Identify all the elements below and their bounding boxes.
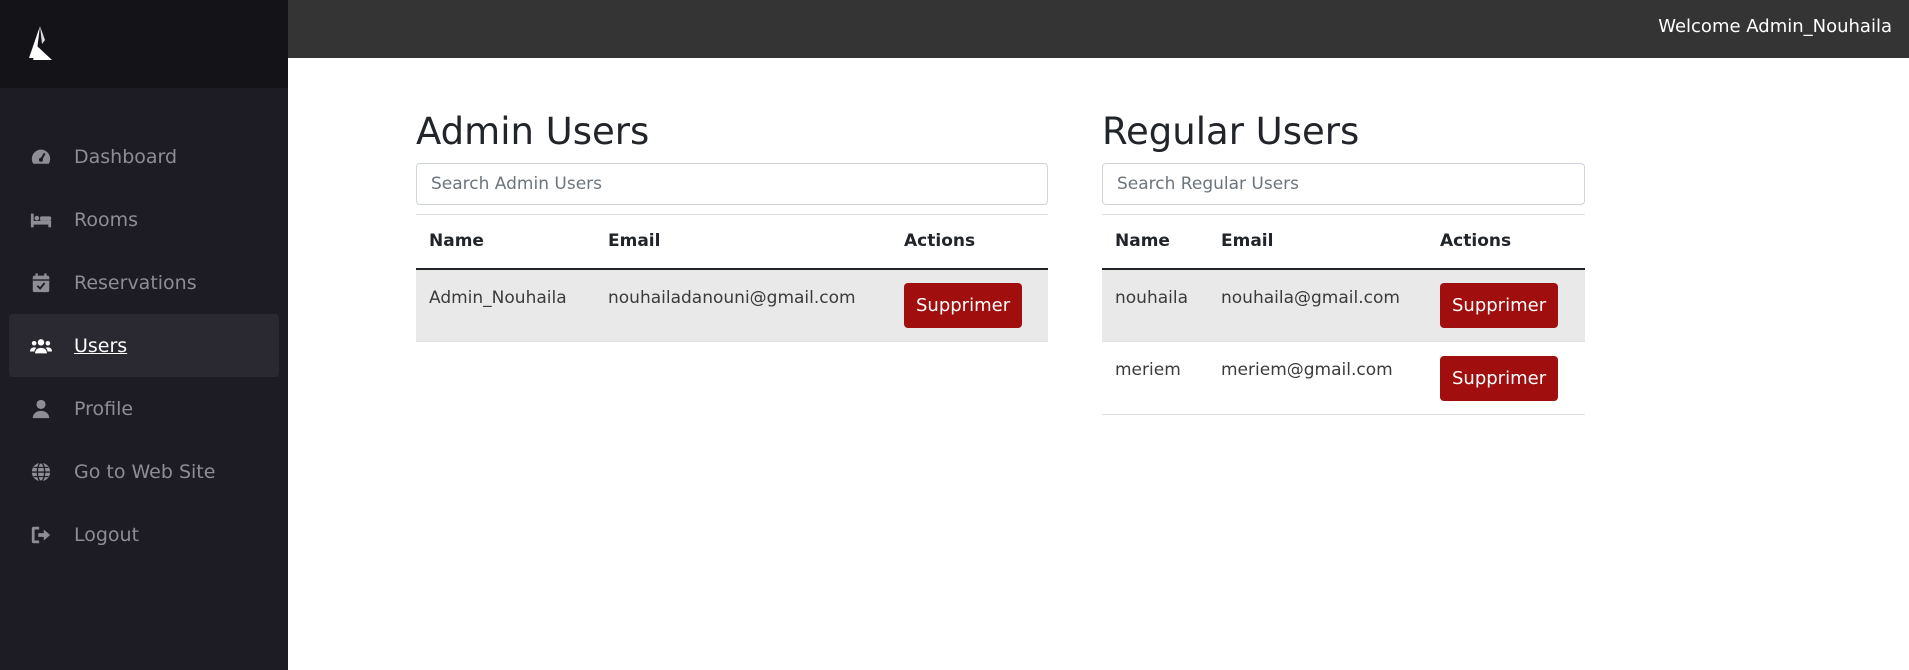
- table-row: meriem meriem@gmail.com Supprimer: [1102, 341, 1585, 415]
- user-email: meriem@gmail.com: [1208, 341, 1427, 415]
- regular-users-title: Regular Users: [1102, 110, 1360, 153]
- actions-cell: Supprimer: [1427, 268, 1585, 342]
- globe-icon: [30, 461, 52, 483]
- sidebar-item-label: Dashboard: [74, 145, 178, 168]
- admin-search-input[interactable]: [416, 163, 1048, 205]
- bed-icon: [30, 209, 52, 231]
- sidebar-item-rooms[interactable]: Rooms: [9, 188, 279, 251]
- sidebar-item-logout[interactable]: Logout: [9, 503, 279, 566]
- column-header-name: Name: [1115, 231, 1170, 252]
- column-header-email: Email: [608, 231, 661, 252]
- sidebar-item-users[interactable]: Users: [9, 314, 279, 377]
- delete-button[interactable]: Supprimer: [904, 282, 1023, 328]
- column-header-actions: Actions: [904, 231, 976, 252]
- table-header-row: Name Email Actions: [416, 214, 1048, 269]
- sidebar-item-label: Go to Web Site: [74, 460, 216, 483]
- sidebar-item-profile[interactable]: Profile: [9, 377, 279, 440]
- delete-button[interactable]: Supprimer: [1440, 282, 1559, 328]
- column-header-email: Email: [1221, 231, 1274, 252]
- user-icon: [30, 398, 52, 420]
- column-header-actions: Actions: [1440, 231, 1512, 252]
- sidebar-item-label: Reservations: [74, 271, 197, 294]
- sidebar-item-label: Profile: [74, 397, 134, 420]
- admin-users-table: Name Email Actions Admin_Nouhaila nouhai…: [416, 214, 1048, 342]
- admin-users-title: Admin Users: [416, 110, 650, 153]
- user-name: nouhaila: [1102, 268, 1208, 342]
- welcome-text: Welcome Admin_Nouhaila: [1658, 16, 1892, 37]
- table-row: nouhaila nouhaila@gmail.com Supprimer: [1102, 268, 1585, 342]
- calendar-check-icon: [30, 272, 52, 294]
- actions-cell: Supprimer: [1427, 341, 1585, 415]
- table-row: Admin_Nouhaila nouhailadanouni@gmail.com…: [416, 268, 1048, 342]
- sidebar-item-label: Rooms: [74, 208, 139, 231]
- logout-icon: [30, 524, 52, 546]
- topbar: Welcome Admin_Nouhaila: [288, 0, 1909, 58]
- delete-button[interactable]: Supprimer: [1440, 355, 1559, 401]
- actions-cell: Supprimer: [891, 268, 1048, 342]
- sidebar-item-label: Users: [74, 334, 128, 357]
- logo-icon[interactable]: [25, 24, 57, 62]
- users-icon: [30, 335, 52, 357]
- table-header-row: Name Email Actions: [1102, 214, 1585, 269]
- admin-users-panel: Admin Users Name Email Actions Admin_Nou…: [416, 110, 1048, 342]
- brand: [0, 0, 288, 88]
- regular-users-table: Name Email Actions nouhaila nouhaila@gma…: [1102, 214, 1585, 415]
- user-name: Admin_Nouhaila: [416, 268, 595, 342]
- column-header-name: Name: [429, 231, 484, 252]
- sidebar-nav: Dashboard Rooms Reservations Users Profi…: [0, 125, 288, 566]
- user-email: nouhailadanouni@gmail.com: [595, 268, 891, 342]
- sidebar-item-dashboard[interactable]: Dashboard: [9, 125, 279, 188]
- sidebar-item-website[interactable]: Go to Web Site: [9, 440, 279, 503]
- sidebar: Dashboard Rooms Reservations Users Profi…: [0, 0, 288, 670]
- sidebar-item-reservations[interactable]: Reservations: [9, 251, 279, 314]
- gauge-icon: [30, 146, 52, 168]
- sidebar-item-label: Logout: [74, 523, 140, 546]
- regular-users-panel: Regular Users Name Email Actions nouhail…: [1102, 110, 1585, 415]
- regular-search-input[interactable]: [1102, 163, 1585, 205]
- user-name: meriem: [1102, 341, 1208, 415]
- user-email: nouhaila@gmail.com: [1208, 268, 1427, 342]
